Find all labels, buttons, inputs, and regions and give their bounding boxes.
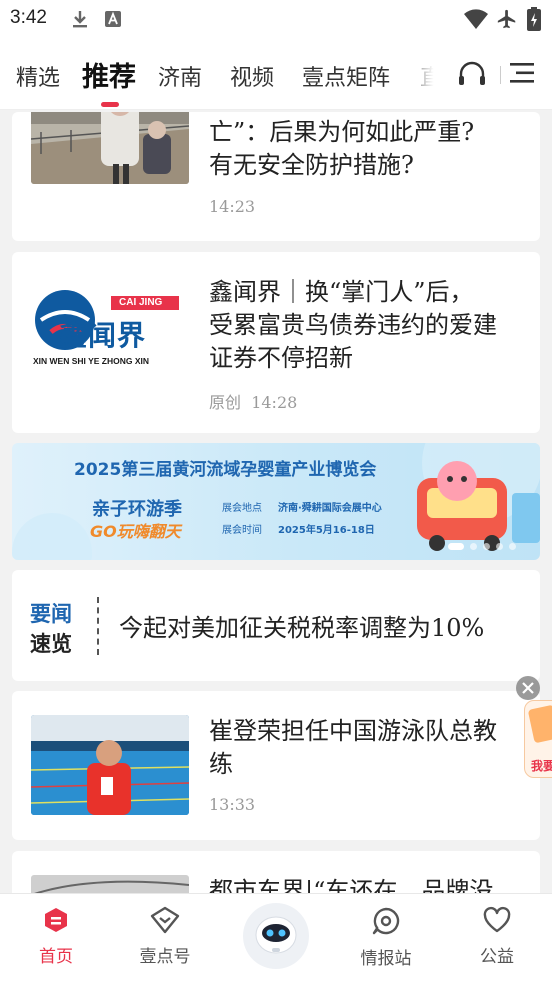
- heart-icon: [483, 906, 511, 933]
- yidian-hao-icon: [150, 906, 180, 934]
- headline-line: 亡”：后果为何如此严重?: [209, 118, 475, 146]
- news-headline: 鑫闻界｜换“掌门人”后， 受累富贵鸟债券违约的爱建 证券不停招新: [209, 276, 519, 375]
- banner-page-dot[interactable]: [483, 543, 490, 550]
- tab-home-label: 首页: [39, 947, 73, 967]
- news-time: 14:28: [251, 393, 298, 412]
- status-bar: 3:42: [0, 0, 552, 40]
- close-promo-icon[interactable]: [515, 675, 541, 701]
- banner-page-dot[interactable]: [448, 543, 464, 550]
- banner-slogan-bottom: GO玩嗨翻天: [90, 522, 181, 541]
- logo-top-text: CAI JING: [119, 297, 163, 308]
- headline-line: 有无安全防护措施?: [209, 151, 414, 179]
- news-card[interactable]: CAI JING 鑫闻界 XIN WEN SHI YE ZHONG XIN 鑫闻…: [12, 252, 540, 433]
- brief-badge-top: 要闻: [30, 602, 72, 626]
- headline-line: 鑫闻界｜换“掌门人”后，: [209, 278, 474, 306]
- tab-fade-overlay: [400, 40, 448, 108]
- tab-intel-station-label: 情报站: [360, 949, 412, 969]
- news-thumbnail: CAI JING 鑫闻界 XIN WEN SHI YE ZHONG XIN: [31, 274, 189, 374]
- banner-page-dot[interactable]: [509, 543, 516, 550]
- news-card[interactable]: 崔登荣担任中国游泳队总教 练 13:33: [12, 691, 540, 840]
- logo-sub-text: XIN WEN SHI YE ZHONG XIN: [33, 356, 150, 366]
- banner-venue-label: 展会地点: [222, 503, 262, 514]
- nav-divider: [500, 66, 501, 84]
- brief-headline[interactable]: 今起对美加征关税税率调整为10%: [119, 608, 484, 643]
- gift-icon: [527, 704, 552, 744]
- tab-yidian-hao-label: 壹点号: [139, 947, 191, 967]
- app-root: { "status_bar": { "time": "3:42" }, "top…: [0, 0, 552, 981]
- headline-line: 崔登荣担任中国游泳队总教: [209, 717, 497, 745]
- airplane-mode-icon: [497, 9, 516, 29]
- tab-yidian-matrix[interactable]: 壹点矩阵: [302, 60, 390, 92]
- banner-page-dot[interactable]: [470, 543, 477, 550]
- promo-banner[interactable]: 2025第三届黄河流域孕婴童产业博览会 亲子环游季 GO玩嗨翻天 展会地点 济南…: [12, 443, 540, 560]
- tab-video[interactable]: 视频: [230, 60, 274, 92]
- tab-recommended[interactable]: 推荐: [82, 55, 136, 94]
- tab-intel-station[interactable]: 情报站: [346, 906, 426, 969]
- bottom-tab-bar: 首页 壹点号 情报站 公益: [0, 893, 552, 981]
- brief-divider: [97, 597, 99, 655]
- news-time: 14:23: [209, 197, 256, 216]
- news-time: 13:33: [209, 795, 256, 814]
- channel-menu-icon[interactable]: [510, 62, 534, 84]
- intel-station-icon: [372, 907, 400, 935]
- status-time: 3:42: [10, 7, 47, 28]
- wifi-icon: [464, 9, 488, 29]
- download-icon: [73, 11, 87, 28]
- top-channel-nav: 精选 推荐 济南 视频 壹点矩阵 直: [0, 40, 552, 110]
- logo-main-text: 鑫闻界: [59, 319, 147, 352]
- home-icon: [45, 908, 67, 932]
- tab-yidian-hao[interactable]: 壹点号: [125, 906, 205, 967]
- headline-line: 证券不停招新: [209, 344, 353, 372]
- floating-promo[interactable]: 我要: [524, 700, 552, 778]
- active-tab-indicator: [101, 102, 119, 107]
- headline-line: 练: [209, 750, 233, 778]
- tab-home[interactable]: 首页: [16, 906, 96, 967]
- tab-charity[interactable]: 公益: [457, 906, 537, 967]
- banner-page-dot[interactable]: [496, 543, 503, 550]
- robot-icon: [255, 916, 297, 954]
- news-headline: 亡”：后果为何如此严重? 有无安全防护措施?: [209, 116, 519, 182]
- news-thumbnail: [31, 715, 189, 815]
- banner-venue: 济南·舜耕国际会展中心: [278, 503, 382, 514]
- news-card[interactable]: 亡”：后果为何如此严重? 有无安全防护措施? 14:23: [12, 112, 540, 241]
- news-source: 原创: [209, 393, 242, 412]
- tab-featured[interactable]: 精选: [16, 60, 60, 92]
- news-thumbnail: [31, 112, 189, 184]
- promo-label: 我要: [531, 759, 552, 773]
- tab-jinan[interactable]: 济南: [158, 60, 202, 92]
- banner-pagination: [448, 543, 516, 550]
- headline-line: 受累富贵鸟债券违约的爱建: [209, 311, 497, 339]
- brief-badge-bottom: 速览: [30, 632, 72, 656]
- banner-title: 2025第三届黄河流域孕婴童产业博览会: [74, 460, 377, 480]
- app-notification-icon: [105, 11, 121, 27]
- news-brief-card[interactable]: 要闻 速览 今起对美加征关税税率调整为10%: [12, 570, 540, 681]
- news-meta: 原创 14:28: [209, 389, 297, 413]
- battery-charging-icon: [527, 7, 541, 31]
- ai-assistant-button[interactable]: [243, 903, 309, 969]
- headphones-icon[interactable]: [457, 59, 487, 87]
- news-headline: 崔登荣担任中国游泳队总教 练: [209, 715, 519, 781]
- tab-charity-label: 公益: [480, 947, 514, 967]
- banner-date-label: 展会时间: [222, 525, 262, 536]
- banner-date: 2025年5月16-18日: [278, 525, 375, 536]
